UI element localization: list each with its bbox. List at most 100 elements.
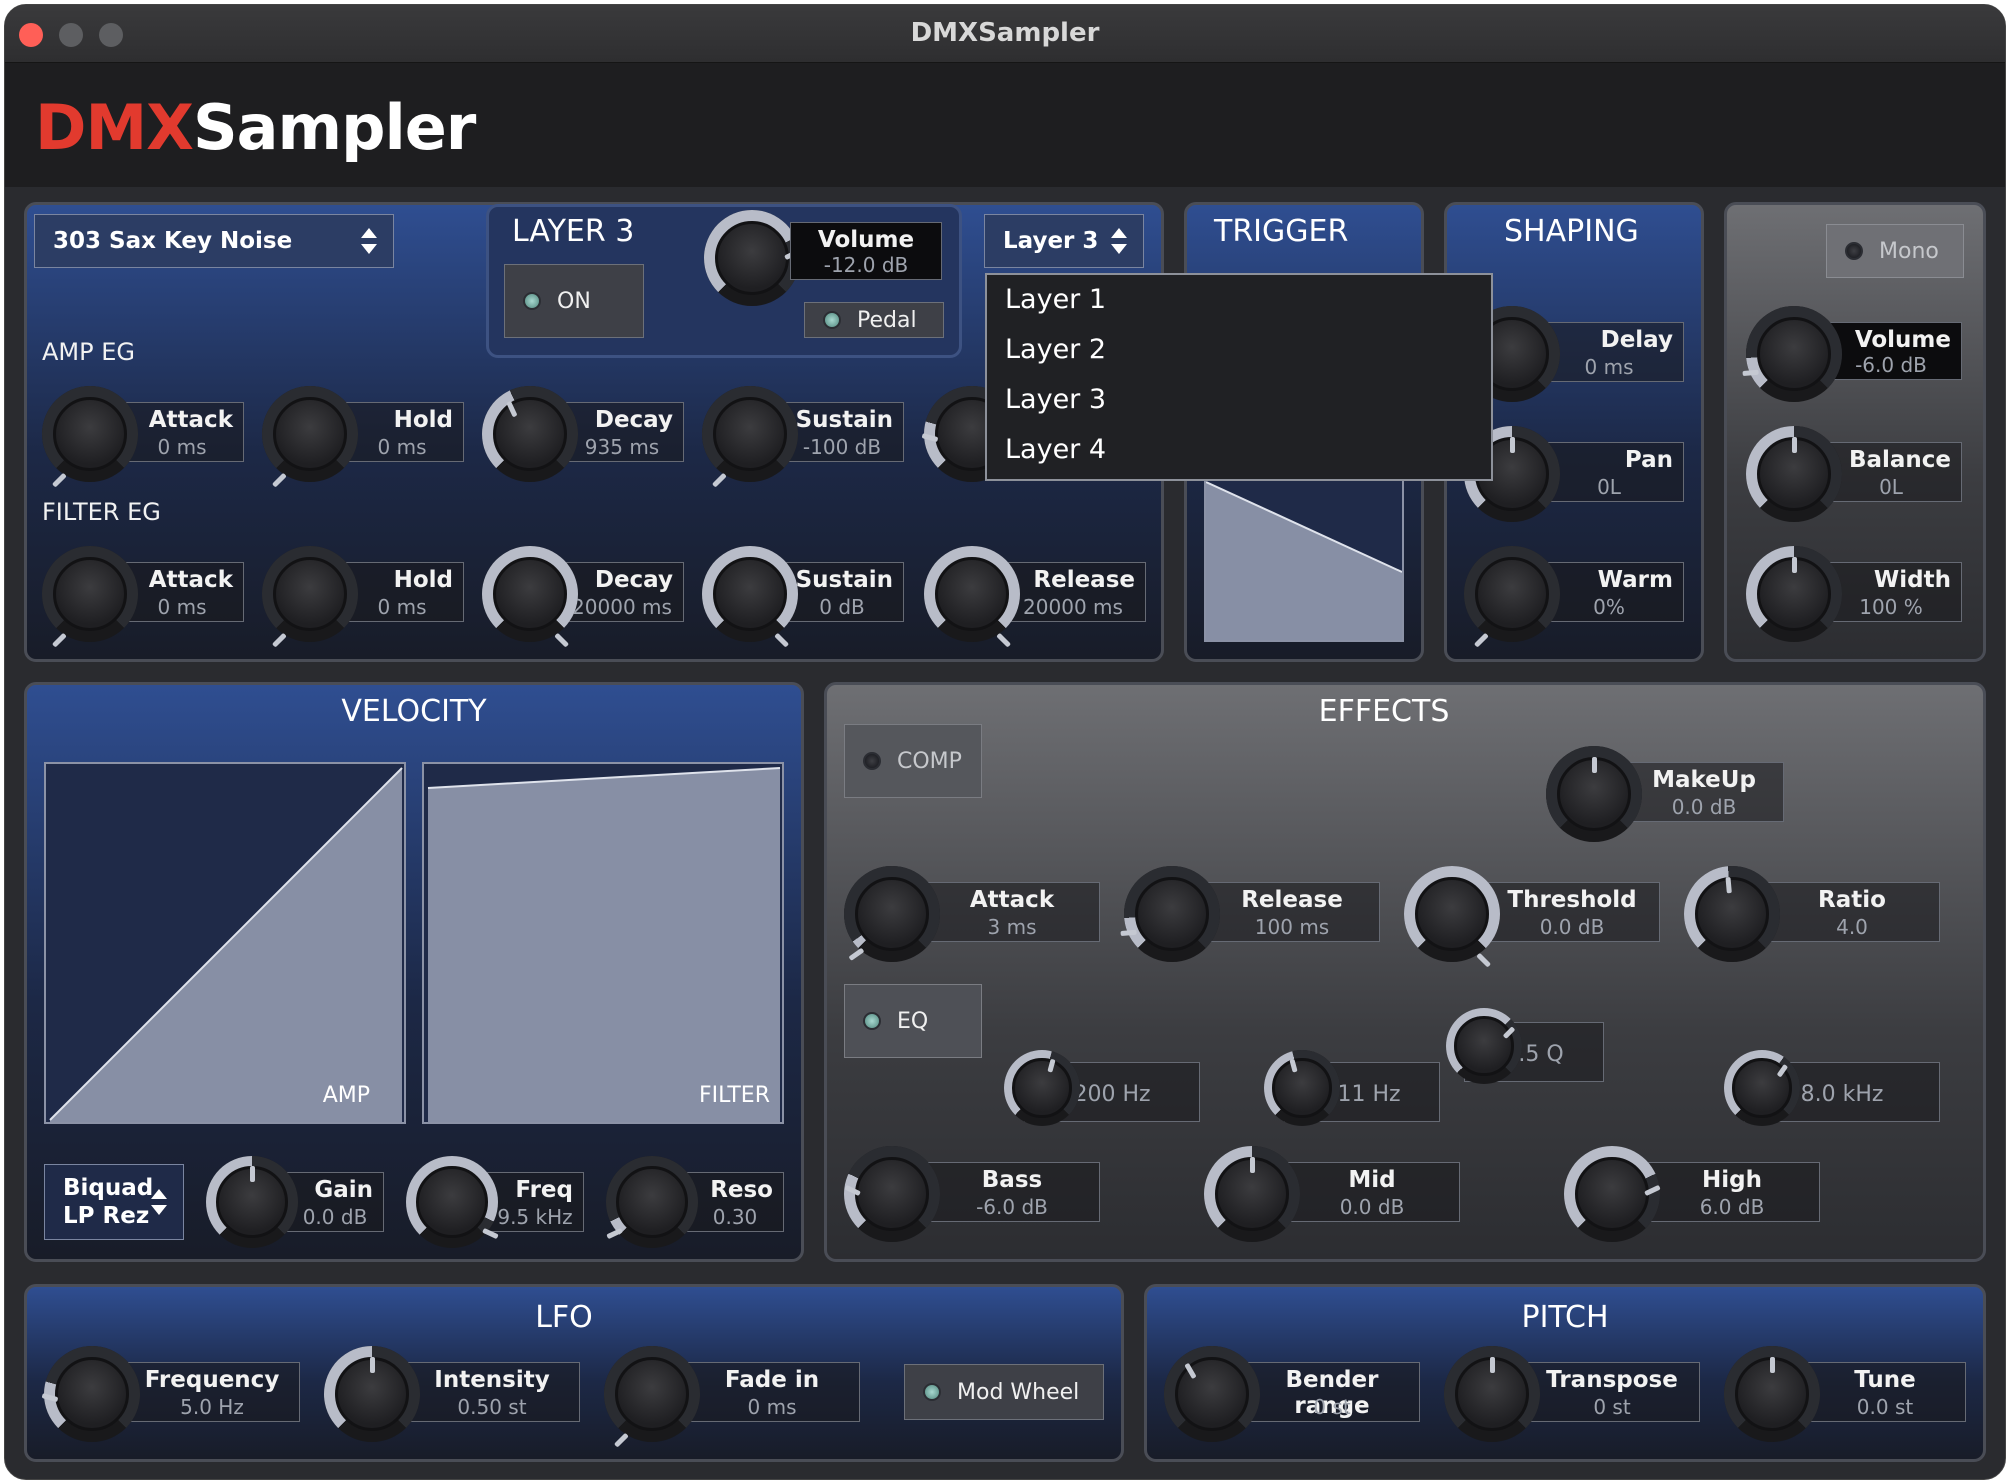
value-readout: 0L: [1879, 475, 1903, 499]
layer-menu-item[interactable]: Layer 1: [987, 275, 1491, 325]
comp-toggle[interactable]: COMP: [844, 724, 982, 798]
filter-curve-graph: [427, 767, 781, 1122]
filter-type-selector[interactable]: Biquad LP Rez: [44, 1164, 184, 1240]
preset-selector[interactable]: 303 Sax Key Noise: [34, 214, 394, 268]
chevron-updown-icon: [1111, 228, 1127, 254]
eq-q-knob[interactable]: [1446, 1008, 1522, 1084]
value-readout: 20000 ms: [1023, 595, 1123, 619]
layer-selector-label: Layer 3: [1003, 228, 1099, 254]
lfo-intensity-display: Intensity 0.50 st: [404, 1362, 580, 1422]
eq-mid-display: Mid 0.0 dB: [1284, 1162, 1460, 1222]
value-label: MakeUp: [1652, 767, 1756, 793]
makeup-knob[interactable]: [1546, 746, 1642, 842]
comp-release-knob[interactable]: [1119, 866, 1220, 962]
value-readout: 6.0 dB: [1699, 1195, 1765, 1219]
amp-hold-knob[interactable]: [262, 386, 358, 488]
value-label: Decay: [594, 567, 673, 593]
value-label: Tune: [1854, 1367, 1916, 1393]
layer-selector[interactable]: Layer 3: [984, 214, 1144, 268]
mono-toggle[interactable]: Mono: [1826, 224, 1964, 278]
eq-high-freq-knob[interactable]: [1724, 1050, 1800, 1126]
value-readout: 0 st: [1593, 1395, 1631, 1419]
value-label: Transpose: [1546, 1367, 1678, 1393]
threshold-knob[interactable]: [1404, 866, 1500, 968]
bender-range-knob[interactable]: [1164, 1346, 1260, 1442]
filter-gain-knob[interactable]: [206, 1156, 298, 1248]
filter-release-knob[interactable]: [924, 546, 1020, 648]
eq-high-display: High 6.0 dB: [1644, 1162, 1820, 1222]
lfo-frequency-knob[interactable]: [41, 1346, 140, 1442]
velocity-title: VELOCITY: [341, 694, 487, 729]
filter-reso-display: Reso 0.30: [686, 1172, 784, 1232]
transpose-knob[interactable]: [1444, 1346, 1540, 1442]
warm-knob[interactable]: [1464, 546, 1560, 648]
filter-freq-knob[interactable]: [406, 1156, 499, 1248]
value-label: Freq: [515, 1177, 573, 1203]
amp-sustain-display: Sustain -100 dB: [780, 402, 904, 462]
layer-on-label: ON: [557, 288, 591, 314]
lfo-fade-in-display: Fade in 0 ms: [684, 1362, 860, 1422]
ratio-display: Ratio 4.0: [1764, 882, 1940, 942]
value-label: Delay: [1600, 327, 1673, 353]
amp-sustain-knob[interactable]: [702, 386, 798, 488]
output-volume-knob[interactable]: [1741, 306, 1842, 402]
filter-attack-knob[interactable]: [42, 546, 138, 648]
value-readout: 935 ms: [584, 435, 660, 459]
comp-release-display: Release 100 ms: [1204, 882, 1380, 942]
effects-title: EFFECTS: [1318, 694, 1450, 729]
width-knob[interactable]: [1746, 546, 1842, 642]
filter-eg-title: FILTER EG: [42, 498, 161, 526]
value-label: Fade in: [724, 1367, 820, 1393]
led-indicator: [863, 1012, 881, 1030]
lfo-intensity-knob[interactable]: [324, 1346, 420, 1442]
layer-volume-knob[interactable]: [704, 210, 801, 306]
tune-knob[interactable]: [1724, 1346, 1820, 1442]
velocity-amp-curve[interactable]: AMP: [44, 762, 406, 1124]
comp-attack-knob[interactable]: [844, 866, 940, 962]
value-label: Hold: [393, 567, 453, 593]
layer-volume-display: Volume -12.0 dB: [790, 222, 942, 280]
transpose-display: Transpose 0 st: [1524, 1362, 1700, 1422]
value-readout: 100 ms: [1254, 915, 1330, 939]
filter-sustain-knob[interactable]: [702, 546, 798, 648]
filter-reso-knob[interactable]: [605, 1156, 698, 1248]
amp-hold-display: Hold 0 ms: [340, 402, 464, 462]
eq-mid-freq-knob[interactable]: [1264, 1050, 1340, 1126]
value-readout: 3 ms: [987, 915, 1037, 939]
value-label: Balance: [1848, 447, 1951, 473]
balance-knob[interactable]: [1746, 426, 1842, 522]
value-readout: 0.0 dB: [1539, 915, 1605, 939]
velocity-filter-curve[interactable]: FILTER: [422, 762, 784, 1124]
eq-mid-knob[interactable]: [1204, 1146, 1300, 1242]
eq-high-knob[interactable]: [1564, 1146, 1661, 1242]
pedal-toggle[interactable]: Pedal: [804, 302, 944, 338]
filter-hold-knob[interactable]: [262, 546, 358, 648]
eq-bass-knob[interactable]: [843, 1146, 940, 1242]
chevron-updown-icon: [361, 228, 377, 254]
value-readout: 0 ms: [747, 1395, 797, 1419]
value-readout: 0 dB: [819, 595, 865, 619]
mod-wheel-toggle[interactable]: Mod Wheel: [904, 1364, 1104, 1420]
value-label: Ratio: [1818, 887, 1886, 913]
amp-decay-knob[interactable]: [482, 386, 578, 482]
value-readout: 100 %: [1859, 595, 1923, 619]
layer-title: LAYER 3: [512, 214, 635, 249]
layer-menu-item[interactable]: Layer 3: [987, 375, 1491, 425]
value-readout: 0 ms: [377, 435, 427, 459]
layer-menu-item[interactable]: Layer 4: [987, 425, 1491, 475]
tune-display: Tune 0.0 st: [1804, 1362, 1966, 1422]
layer-on-toggle[interactable]: ON: [504, 264, 644, 338]
eq-toggle[interactable]: EQ: [844, 984, 982, 1058]
lfo-fade-in-knob[interactable]: [604, 1346, 700, 1448]
value-readout: 20000 ms: [572, 595, 672, 619]
mono-label: Mono: [1879, 238, 1939, 264]
led-indicator: [923, 1383, 941, 1401]
filter-decay-knob[interactable]: [482, 546, 578, 648]
value-label: Hold: [393, 407, 453, 433]
eq-low-freq-knob[interactable]: [1004, 1050, 1080, 1126]
amp-attack-knob[interactable]: [42, 386, 138, 488]
value-readout: -100 dB: [802, 435, 882, 459]
led-indicator: [1845, 242, 1863, 260]
layer-menu-item[interactable]: Layer 2: [987, 325, 1491, 375]
ratio-knob[interactable]: [1684, 866, 1780, 962]
